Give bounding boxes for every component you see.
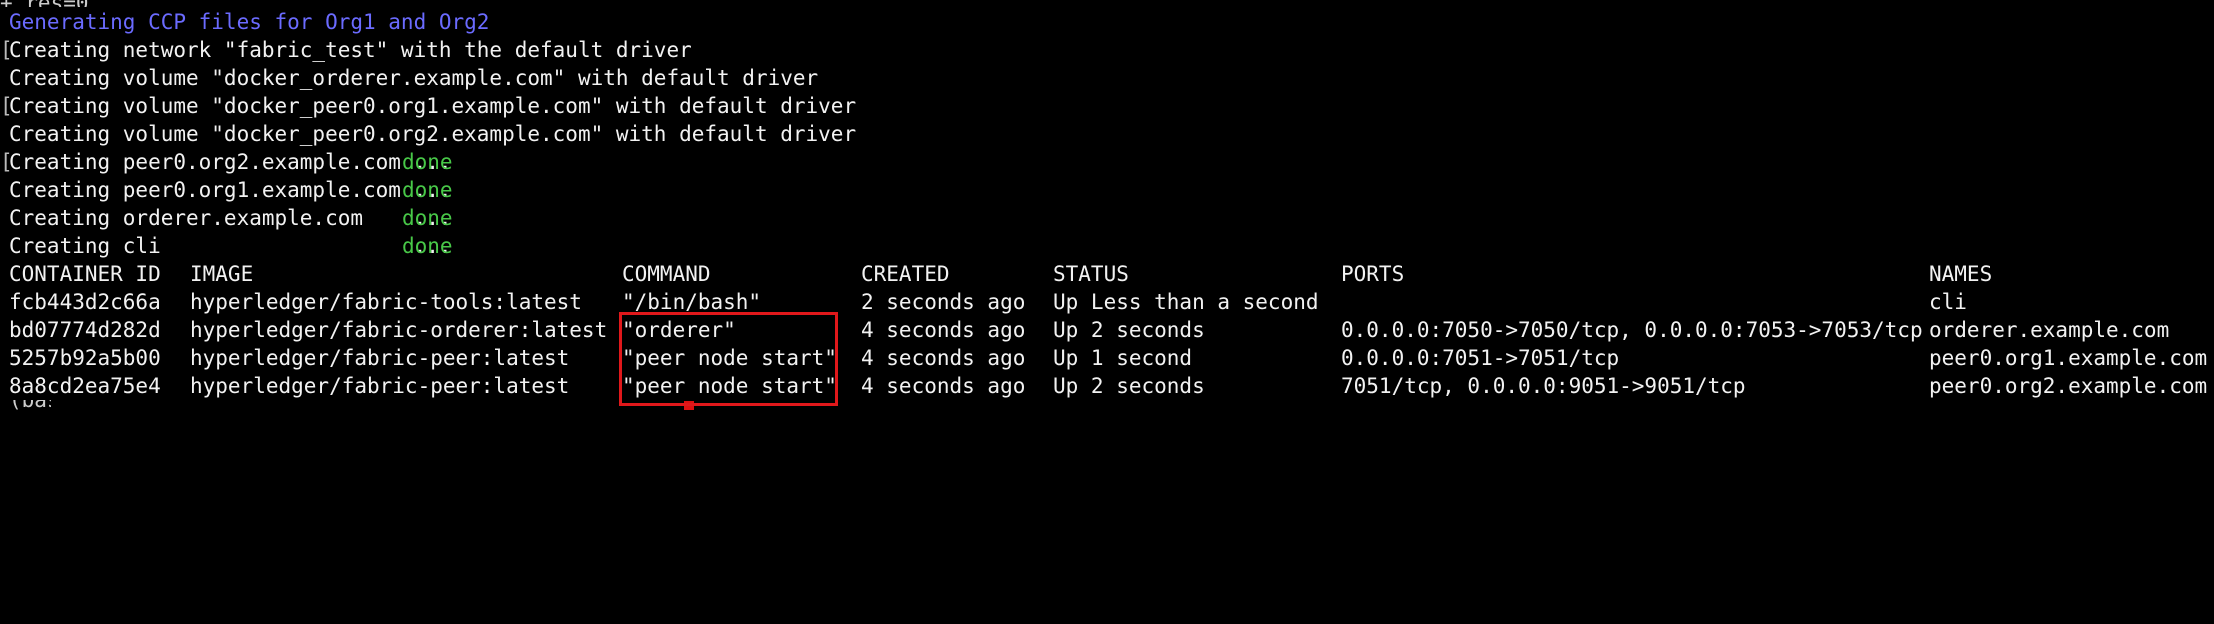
status-done: done <box>402 206 453 230</box>
status-done: done <box>402 234 453 258</box>
cursor-icon <box>684 401 694 410</box>
output-line-volume-peer0-org1: Creating volume "docker_peer0.org1.examp… <box>9 94 857 118</box>
creating-line: Creating peer0.org1.example.com ... done <box>9 178 453 202</box>
shell-prompt[interactable]: (base) ~ iiii ued-MacBook-Pro test-netwo… <box>0 400 51 410</box>
table-row: 8a8cd2ea75e4 hyperledger/fabric-peer:lat… <box>9 374 2208 398</box>
status-done: done <box>402 178 453 202</box>
col-image: IMAGE <box>190 262 254 286</box>
table-row: 5257b92a5b00 hyperledger/fabric-peer:lat… <box>9 346 2208 370</box>
scrolled-off-line: + res=0 <box>0 0 160 7</box>
creating-line: Creating cli ... done <box>9 234 453 258</box>
status-done: done <box>402 150 453 174</box>
col-command: COMMAND <box>622 262 711 286</box>
table-row: bd07774d282d hyperledger/fabric-orderer:… <box>9 318 2170 342</box>
creating-line: Creating peer0.org2.example.com ... done <box>9 150 453 174</box>
output-line-volume-peer0-org2: [ Creating volume "docker_peer0.org2.exa… <box>0 122 857 174</box>
terminal-window[interactable]: + res=0 [ Generating CCP files for Org1 … <box>0 0 2214 410</box>
output-line-volume-orderer: [ Creating volume "docker_orderer.exampl… <box>0 66 819 118</box>
col-names: NAMES <box>1929 262 1993 286</box>
creating-line: Creating orderer.example.com ... done <box>9 206 453 230</box>
output-line-network: Creating network "fabric_test" with the … <box>9 38 692 62</box>
col-ports: PORTS <box>1341 262 1405 286</box>
table-header: CONTAINER ID IMAGE COMMAND CREATED STATU… <box>0 260 1992 288</box>
col-created: CREATED <box>861 262 950 286</box>
col-status: STATUS <box>1053 262 1129 286</box>
output-line-ccp: [ Generating CCP files for Org1 and Org2 <box>0 10 490 62</box>
table-row: fcb443d2c66a hyperledger/fabric-tools:la… <box>9 290 1967 314</box>
col-container-id: CONTAINER ID <box>9 262 161 286</box>
